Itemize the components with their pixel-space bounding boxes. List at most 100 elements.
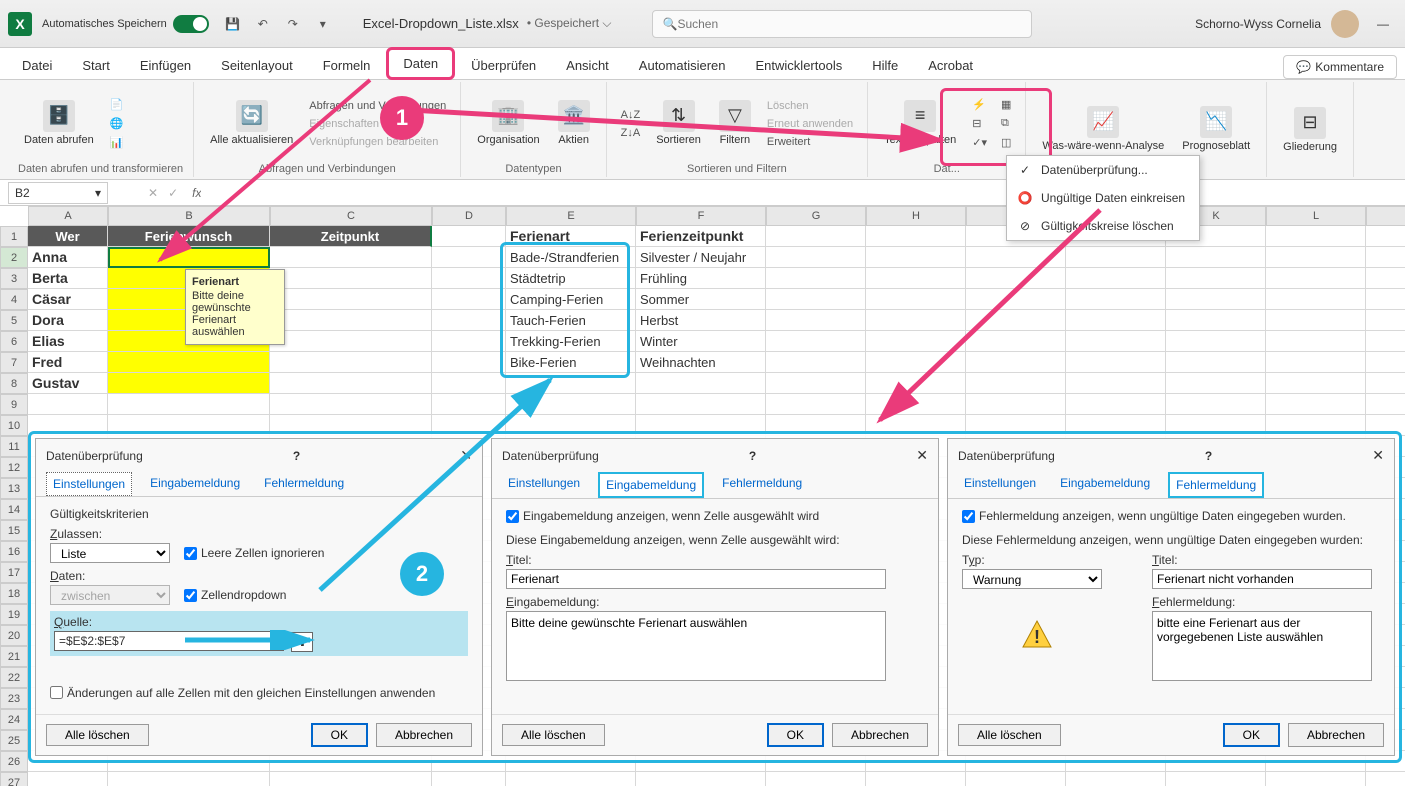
row-header-13[interactable]: 13 xyxy=(0,478,28,499)
cell-A4[interactable]: Cäsar xyxy=(28,289,108,310)
cell-B7[interactable] xyxy=(108,352,270,373)
menu-ungueltige-einkreisen[interactable]: ⭕ Ungültige Daten einkreisen xyxy=(1007,184,1199,212)
cell-B27[interactable] xyxy=(108,772,270,786)
cell-M5[interactable] xyxy=(1366,310,1405,331)
row-header-23[interactable]: 23 xyxy=(0,688,28,709)
cell-A27[interactable] xyxy=(28,772,108,786)
name-box[interactable]: B2 ▾ xyxy=(8,182,108,204)
cell-K8[interactable] xyxy=(1166,373,1266,394)
row-header-2[interactable]: 2 xyxy=(0,247,28,268)
advanced-button[interactable]: Erweitert xyxy=(763,134,857,150)
menu-datenueberpruefung[interactable]: ✓ Datenüberprüfung... xyxy=(1007,156,1199,184)
cell-H5[interactable] xyxy=(866,310,966,331)
cell-C1[interactable]: Zeitpunkt xyxy=(270,226,432,247)
cell-F6[interactable]: Winter xyxy=(636,331,766,352)
close-icon[interactable]: ✕ xyxy=(460,447,472,464)
close-icon[interactable]: ✕ xyxy=(916,447,928,464)
cell-J27[interactable] xyxy=(1066,772,1166,786)
cell-E5[interactable]: Tauch-Ferien xyxy=(506,310,636,331)
row-header-14[interactable]: 14 xyxy=(0,499,28,520)
avatar[interactable] xyxy=(1331,10,1359,38)
row-header-16[interactable]: 16 xyxy=(0,541,28,562)
cell-I27[interactable] xyxy=(966,772,1066,786)
search-input[interactable] xyxy=(677,17,1020,31)
cell-C2[interactable] xyxy=(270,247,432,268)
alle-loeschen-button[interactable]: Alle löschen xyxy=(502,724,605,746)
cell-K7[interactable] xyxy=(1166,352,1266,373)
reapply-button[interactable]: Erneut anwenden xyxy=(763,116,857,132)
cell-M1[interactable] xyxy=(1366,226,1405,247)
cell-L1[interactable] xyxy=(1266,226,1366,247)
row-header-6[interactable]: 6 xyxy=(0,331,28,352)
cell-F1[interactable]: Ferienzeitpunkt xyxy=(636,226,766,247)
cell-L27[interactable] xyxy=(1266,772,1366,786)
cell-J9[interactable] xyxy=(1066,394,1166,415)
cell-K4[interactable] xyxy=(1166,289,1266,310)
cell-H1[interactable] xyxy=(866,226,966,247)
cell-E8[interactable] xyxy=(506,373,636,394)
cell-F4[interactable]: Sommer xyxy=(636,289,766,310)
edit-links-button[interactable]: Verknüpfungen bearbeiten xyxy=(305,134,450,150)
properties-button[interactable]: Eigenschaften xyxy=(305,116,450,132)
tab-einstellungen[interactable]: Einstellungen xyxy=(958,472,1042,498)
tab-eingabemeldung[interactable]: Eingabemeldung xyxy=(598,472,704,498)
cell-L4[interactable] xyxy=(1266,289,1366,310)
help-icon[interactable]: ? xyxy=(749,449,756,463)
autosave-toggle[interactable]: Automatisches Speichern xyxy=(42,15,209,33)
data-validation-button[interactable]: ✓▾ xyxy=(968,134,991,151)
cell-E27[interactable] xyxy=(506,772,636,786)
row-header-20[interactable]: 20 xyxy=(0,625,28,646)
cell-E4[interactable]: Camping-Ferien xyxy=(506,289,636,310)
cell-D1[interactable] xyxy=(432,226,506,247)
abbrechen-button[interactable]: Abbrechen xyxy=(1288,723,1384,747)
cell-J8[interactable] xyxy=(1066,373,1166,394)
tab-fehlermeldung[interactable]: Fehlermeldung xyxy=(716,472,808,498)
cell-E7[interactable]: Bike-Ferien xyxy=(506,352,636,373)
tab-formeln[interactable]: Formeln xyxy=(309,52,385,79)
tab-ansicht[interactable]: Ansicht xyxy=(552,52,623,79)
remove-dups-icon[interactable]: ⊟ xyxy=(968,115,991,132)
cell-I7[interactable] xyxy=(966,352,1066,373)
row-header-5[interactable]: 5 xyxy=(0,310,28,331)
cell-C9[interactable] xyxy=(270,394,432,415)
cell-G27[interactable] xyxy=(766,772,866,786)
cell-E9[interactable] xyxy=(506,394,636,415)
cell-C27[interactable] xyxy=(270,772,432,786)
organisation-button[interactable]: 🏢 Organisation xyxy=(471,98,545,149)
text-in-spalten-button[interactable]: ≡ Text in Spalten xyxy=(878,98,962,149)
tab-einstellungen[interactable]: Einstellungen xyxy=(46,472,132,496)
apply-all-check[interactable]: Änderungen auf alle Zellen mit den gleic… xyxy=(50,686,468,700)
queries-connections-button[interactable]: Abfragen und Verbindungen xyxy=(305,98,450,114)
col-header-L[interactable]: L xyxy=(1266,206,1366,226)
cell-I5[interactable] xyxy=(966,310,1066,331)
cell-L5[interactable] xyxy=(1266,310,1366,331)
clear-filter-button[interactable]: Löschen xyxy=(763,98,857,114)
cell-I9[interactable] xyxy=(966,394,1066,415)
cell-D4[interactable] xyxy=(432,289,506,310)
col-header-B[interactable]: B xyxy=(108,206,270,226)
confirm-icon[interactable]: ✓ xyxy=(168,186,178,200)
cell-J4[interactable] xyxy=(1066,289,1166,310)
formula-input[interactable] xyxy=(201,182,1405,204)
search-box[interactable]: 🔍 xyxy=(652,10,1032,38)
fx-icon[interactable]: fx xyxy=(192,186,201,200)
cell-A9[interactable] xyxy=(28,394,108,415)
cell-H27[interactable] xyxy=(866,772,966,786)
cell-K2[interactable] xyxy=(1166,247,1266,268)
cell-E2[interactable]: Bade-/Strandferien xyxy=(506,247,636,268)
sort-az-icon[interactable]: A↓Z xyxy=(617,107,645,123)
cell-D27[interactable] xyxy=(432,772,506,786)
cell-M9[interactable] xyxy=(1366,394,1405,415)
cell-D3[interactable] xyxy=(432,268,506,289)
tab-daten[interactable]: Daten xyxy=(386,47,455,80)
gliederung-button[interactable]: ⊟ Gliederung xyxy=(1277,105,1343,156)
cell-D8[interactable] xyxy=(432,373,506,394)
cell-L8[interactable] xyxy=(1266,373,1366,394)
cell-G2[interactable] xyxy=(766,247,866,268)
cell-J3[interactable] xyxy=(1066,268,1166,289)
cell-C6[interactable] xyxy=(270,331,432,352)
row-header-24[interactable]: 24 xyxy=(0,709,28,730)
cell-M27[interactable] xyxy=(1366,772,1405,786)
cell-C7[interactable] xyxy=(270,352,432,373)
cell-H8[interactable] xyxy=(866,373,966,394)
